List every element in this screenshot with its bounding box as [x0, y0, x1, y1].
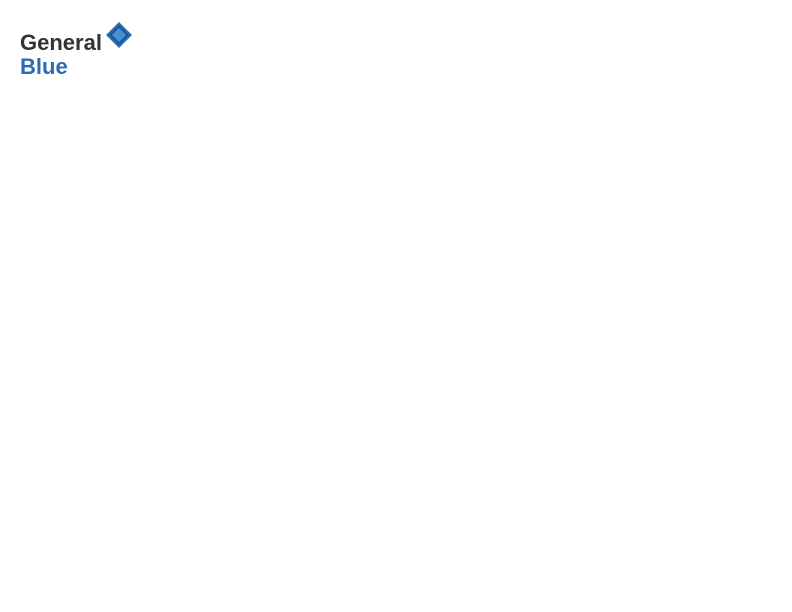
logo-icon: [104, 20, 134, 50]
page-header: General Blue: [20, 20, 772, 79]
logo: General Blue: [20, 20, 134, 79]
logo-blue: Blue: [20, 54, 68, 79]
logo-general: General: [20, 30, 102, 55]
